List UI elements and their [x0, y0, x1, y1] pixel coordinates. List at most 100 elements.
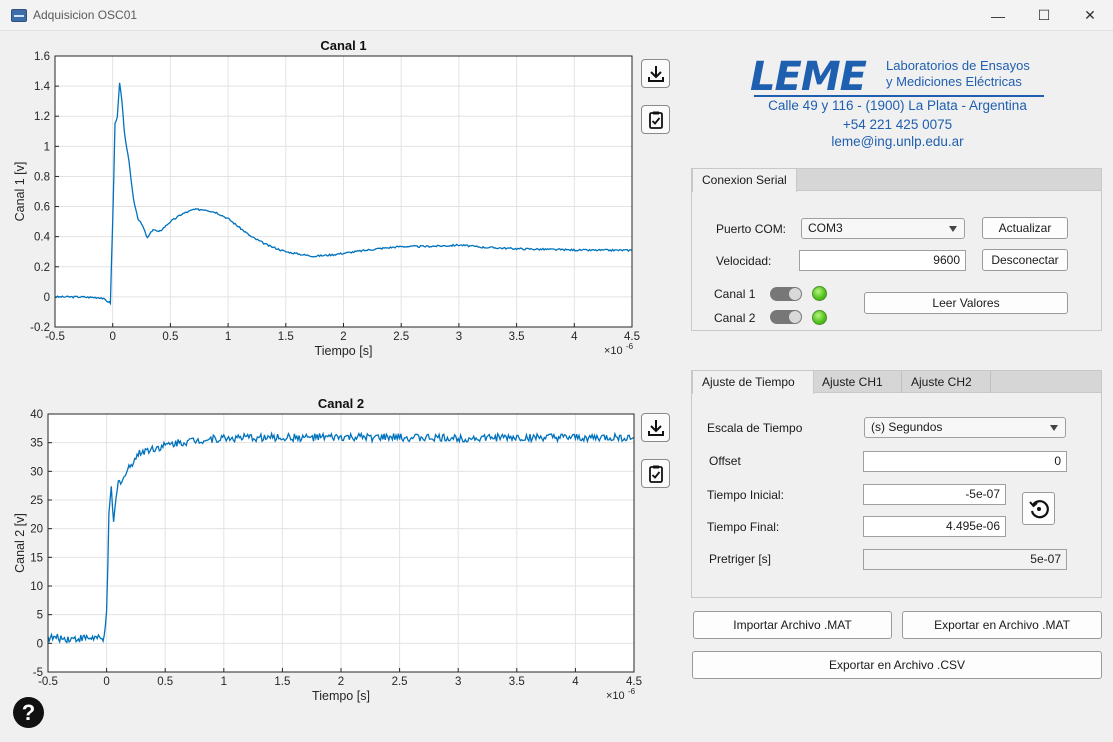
logo-lab-line-1: Laboratorios de Ensayos [886, 58, 1030, 73]
x-tick-label: 1 [221, 676, 227, 688]
x-tick-label: 0.5 [162, 331, 178, 343]
y-tick-label: 25 [30, 495, 43, 507]
switch-knob [789, 311, 801, 323]
x-tick-label: 4 [571, 331, 578, 343]
offset-field[interactable]: 0 [863, 451, 1067, 472]
serial-tabstrip: Conexion Serial [692, 169, 1101, 192]
speed-label: Velocidad: [716, 254, 772, 268]
x-tick-label: 2.5 [393, 331, 409, 343]
read-values-button[interactable]: Leer Valores [864, 292, 1068, 314]
logo-email: leme@ing.unlp.edu.ar [831, 134, 964, 149]
end-time-field[interactable]: 4.495e-06 [863, 516, 1006, 537]
pretrigger-field: 5e-07 [863, 549, 1067, 570]
tab-conexion-serial[interactable]: Conexion Serial [692, 169, 797, 192]
y-tick-label: 5 [37, 610, 43, 622]
y-axis-label: Canal 2 [v] [13, 513, 27, 573]
logo-lab-name: Laboratorios de Ensayos y Mediciones Elé… [886, 58, 1030, 90]
clipboard-check-icon [648, 465, 663, 483]
y-tick-label: 10 [30, 581, 43, 593]
reset-time-button[interactable] [1022, 492, 1055, 525]
export-csv-button[interactable]: Exportar en Archivo .CSV [692, 651, 1102, 679]
title-bar: Adquisicion OSC01 — ☐ ✕ [0, 0, 1113, 31]
logo-phone: +54 221 425 0075 [842, 117, 953, 132]
x-tick-label: 2 [340, 331, 346, 343]
x-tick-label: 1.5 [278, 331, 294, 343]
import-mat-button[interactable]: Importar Archivo .MAT [693, 611, 892, 639]
minimize-button[interactable]: — [975, 0, 1021, 31]
logo-lab-line-2: y Mediciones Eléctricas [886, 74, 1022, 89]
end-time-label: Tiempo Final: [707, 520, 780, 534]
plot-title: Canal 2 [318, 396, 364, 411]
download-icon [647, 419, 664, 436]
logo-underline [754, 95, 1044, 97]
copy-plot-1-button[interactable] [641, 105, 670, 134]
minimize-icon: — [991, 7, 1005, 24]
y-tick-label: 0 [37, 638, 43, 650]
logo-address: Calle 49 y 116 - (1900) La Plata - Argen… [768, 98, 1027, 113]
disconnect-button[interactable]: Desconectar [982, 249, 1068, 271]
x-tick-label: 0 [103, 676, 109, 688]
close-button[interactable]: ✕ [1067, 0, 1113, 31]
time-scale-dropdown[interactable]: (s) Segundos [864, 417, 1066, 438]
timing-panel: Ajuste de Tiempo Ajuste CH1 Ajuste CH2 E… [691, 370, 1102, 598]
y-tick-label: 0 [44, 292, 50, 304]
start-time-field[interactable]: -5e-07 [863, 484, 1006, 505]
start-time-label: Tiempo Inicial: [707, 488, 784, 502]
window-title: Adquisicion OSC01 [33, 8, 138, 22]
port-label: Puerto COM: [716, 222, 787, 236]
chevron-down-icon [949, 226, 957, 232]
export-plot-1-button[interactable] [641, 59, 670, 88]
leme-logo: LEME Laboratorios de Ensayos y Medicione… [700, 50, 1100, 155]
maximize-button[interactable]: ☐ [1021, 0, 1067, 31]
switch-knob [789, 288, 801, 300]
plot-canal-1-axes[interactable]: -0.5 0 0.5 1 1.5 2 2.5 3 3.5 4 4.5-0.200.20.40.60.… [0, 36, 660, 366]
refresh-button[interactable]: Actualizar [982, 217, 1068, 239]
ch2-label: Canal 2 [714, 311, 756, 325]
time-scale-label: Escala de Tiempo [707, 421, 803, 435]
ch1-switch[interactable] [770, 287, 802, 301]
close-icon: ✕ [1084, 7, 1096, 23]
x-tick-label: 3 [456, 331, 462, 343]
port-value: COM3 [808, 221, 843, 235]
y-tick-label: 0.8 [34, 171, 50, 183]
y-tick-label: 1.6 [34, 51, 50, 63]
y-tick-label: 30 [30, 466, 43, 478]
x-axis-label: Tiempo [s] [312, 689, 370, 703]
time-scale-value: (s) Segundos [871, 420, 943, 434]
y-tick-label: -0.2 [30, 322, 50, 334]
y-tick-label: 40 [30, 409, 43, 421]
x-axis-exponent: ×10 [604, 345, 623, 357]
x-axis-exponent-power: -6 [628, 687, 636, 696]
y-axis-label: Canal 1 [v] [13, 162, 27, 222]
y-tick-label: 20 [30, 524, 43, 536]
x-tick-label: 0.5 [157, 676, 173, 688]
ch2-status-lamp [812, 310, 827, 325]
tab-ajuste-tiempo[interactable]: Ajuste de Tiempo [692, 371, 814, 394]
download-icon [647, 65, 664, 82]
plot-canal-2-axes[interactable]: -0.5 0 0.5 1 1.5 2 2.5 3 3.5 4 4.5-505101520253035… [0, 394, 660, 714]
serial-panel: Conexion Serial Puerto COM: COM3 Actuali… [691, 168, 1102, 331]
x-tick-label: 1.5 [274, 676, 290, 688]
export-plot-2-button[interactable] [641, 413, 670, 442]
ch2-switch[interactable] [770, 310, 802, 324]
chevron-down-icon [1050, 425, 1058, 431]
port-dropdown[interactable]: COM3 [801, 218, 965, 239]
tab-ajuste-ch1[interactable]: Ajuste CH1 [813, 371, 902, 393]
y-tick-label: 1 [44, 141, 50, 153]
x-tick-label: 4 [572, 676, 579, 688]
x-axis-exponent-power: -6 [626, 342, 634, 351]
maximize-icon: ☐ [1037, 7, 1051, 23]
ch1-label: Canal 1 [714, 287, 756, 301]
reset-icon [1028, 499, 1049, 518]
tab-ajuste-ch2[interactable]: Ajuste CH2 [902, 371, 991, 393]
logo-brand: LEME [750, 54, 867, 100]
x-tick-label: 3.5 [509, 331, 525, 343]
x-tick-label: 2.5 [392, 676, 408, 688]
export-mat-button[interactable]: Exportar en Archivo .MAT [902, 611, 1102, 639]
help-button[interactable]: ? [13, 697, 44, 728]
y-tick-label: 1.4 [34, 81, 51, 93]
x-axis-label: Tiempo [s] [315, 344, 373, 358]
y-tick-label: 0.6 [34, 202, 50, 214]
speed-field[interactable]: 9600 [799, 250, 966, 271]
copy-plot-2-button[interactable] [641, 459, 670, 488]
